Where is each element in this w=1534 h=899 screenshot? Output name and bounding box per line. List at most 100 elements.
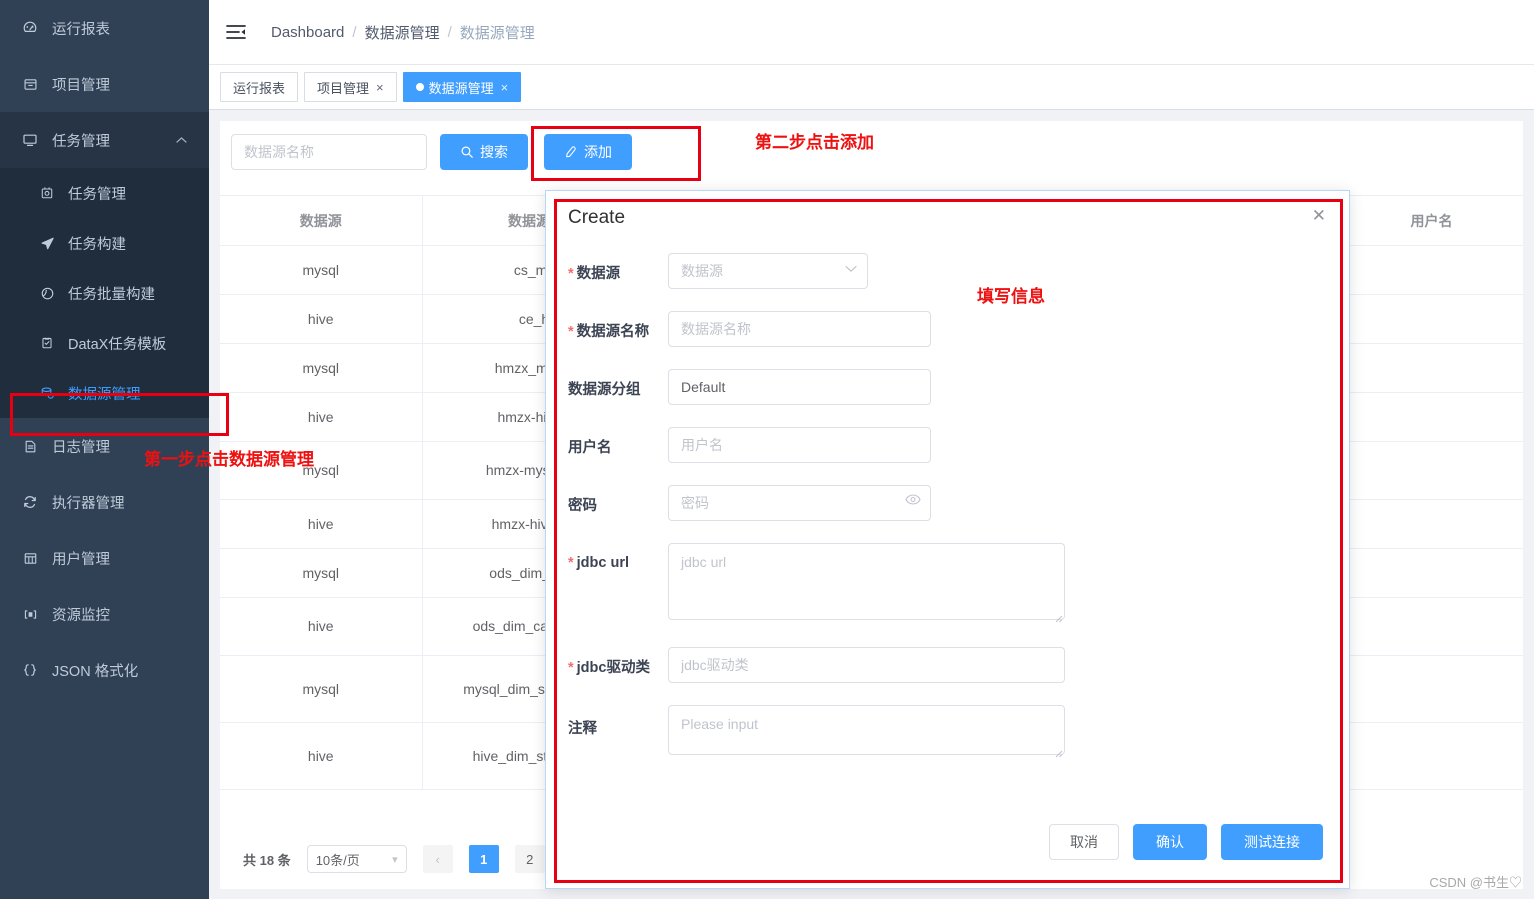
tab-bar: 运行报表 项目管理 × 数据源管理 × bbox=[209, 65, 1534, 110]
password-input[interactable] bbox=[668, 485, 931, 521]
tab-run-report[interactable]: 运行报表 bbox=[220, 72, 299, 102]
sidebar-item-label: DataX任务模板 bbox=[68, 336, 167, 353]
page-size-value: 10条/页 bbox=[315, 852, 360, 868]
eye-icon[interactable] bbox=[905, 494, 921, 505]
pagination-page-2[interactable]: 2 bbox=[514, 845, 545, 873]
confirm-button[interactable]: 确认 bbox=[1133, 824, 1207, 860]
jdbc-url-wrapper bbox=[668, 543, 1065, 625]
jdbc-driver-input[interactable] bbox=[668, 647, 1065, 683]
sidebar-item-task-batch-build[interactable]: 任务批量构建 bbox=[0, 268, 209, 318]
jdbc-url-textarea[interactable] bbox=[668, 543, 1065, 620]
tab-datasource-management[interactable]: 数据源管理 × bbox=[402, 72, 522, 102]
comment-textarea[interactable] bbox=[668, 705, 1065, 755]
form-row-datasource-group: 数据源分组 bbox=[546, 369, 1351, 405]
create-datasource-form: *数据源 *数据源名称 bbox=[546, 253, 1351, 780]
annotation-step-two: 第二步点击添加 bbox=[755, 133, 874, 152]
search-icon bbox=[460, 145, 474, 159]
cell-user bbox=[1324, 548, 1523, 598]
sidebar-item-user-management[interactable]: 用户管理 bbox=[0, 530, 209, 586]
cell-source: hive bbox=[220, 392, 423, 442]
toolbar: 搜索 添加 bbox=[220, 133, 632, 171]
form-label-datasource-name: * 数据源名称 bbox=[568, 324, 650, 340]
page-size-select[interactable]: 10条/页 ▾ bbox=[306, 845, 407, 873]
test-connection-button[interactable]: 测试连接 bbox=[1221, 824, 1323, 860]
form-label-jdbc-driver: * jdbc驱动类 bbox=[568, 660, 650, 676]
form-row-jdbc-driver: * jdbc驱动类 bbox=[546, 647, 1351, 683]
sidebar-item-label: 执行器管理 bbox=[52, 495, 125, 512]
sidebar-item-resource-monitor[interactable]: 资源监控 bbox=[0, 586, 209, 642]
sidebar-item-label: 日志管理 bbox=[52, 439, 110, 456]
cancel-button[interactable]: 取消 bbox=[1049, 824, 1119, 860]
form-label-comment: 注释 bbox=[568, 721, 597, 737]
edit-pencil-icon bbox=[564, 145, 578, 159]
annotation-step-one: 第一步点击数据源管理 bbox=[144, 450, 314, 469]
sidebar-item-label: 用户管理 bbox=[52, 551, 110, 568]
datasource-group-input[interactable] bbox=[668, 369, 931, 405]
active-dot-icon bbox=[415, 83, 424, 91]
pagination-page-1[interactable]: 1 bbox=[468, 845, 499, 873]
datasource-group-wrapper bbox=[668, 369, 931, 405]
close-icon[interactable]: × bbox=[376, 80, 384, 95]
sidebar-item-task-manage[interactable]: 任务管理 bbox=[0, 168, 209, 218]
form-label-password: 密码 bbox=[568, 498, 597, 514]
cell-user bbox=[1324, 343, 1523, 393]
cell-user bbox=[1324, 655, 1523, 723]
database-icon bbox=[38, 386, 56, 401]
tab-label: 项目管理 bbox=[317, 80, 370, 96]
cell-source: hive bbox=[220, 722, 423, 790]
sidebar-item-label: JSON 格式化 bbox=[52, 663, 139, 680]
hamburger-icon[interactable] bbox=[223, 19, 249, 45]
watermark: CSDN @书生♡ bbox=[1429, 875, 1522, 890]
sidebar-item-datax-template[interactable]: DataX任务模板 bbox=[0, 318, 209, 368]
sidebar-item-executor-management[interactable]: 执行器管理 bbox=[0, 474, 209, 530]
sidebar-item-datasource-management[interactable]: 数据源管理 bbox=[0, 368, 209, 418]
username-input[interactable] bbox=[668, 427, 931, 463]
json-icon bbox=[20, 662, 40, 678]
sidebar-item-task-management[interactable]: 任务管理 bbox=[0, 112, 209, 168]
close-icon[interactable]: × bbox=[501, 80, 509, 95]
sidebar-item-run-report[interactable]: 运行报表 bbox=[0, 0, 209, 56]
password-wrapper bbox=[668, 485, 931, 521]
sidebar-item-json-format[interactable]: JSON 格式化 bbox=[0, 642, 209, 698]
sidebar-item-project[interactable]: 项目管理 bbox=[0, 56, 209, 112]
sidebar-item-label: 任务管理 bbox=[52, 133, 110, 150]
datasource-select[interactable] bbox=[668, 253, 868, 289]
add-button[interactable]: 添加 bbox=[544, 134, 632, 170]
cell-source: hive bbox=[220, 597, 423, 656]
dashboard-icon bbox=[20, 20, 40, 36]
search-button-label: 搜索 bbox=[480, 144, 508, 160]
modal-title: Create bbox=[568, 207, 626, 228]
sidebar-item-label: 资源监控 bbox=[52, 607, 110, 624]
search-button[interactable]: 搜索 bbox=[440, 134, 528, 170]
task-icon bbox=[38, 186, 56, 200]
send-icon bbox=[38, 236, 56, 251]
datasource-name-input[interactable] bbox=[668, 311, 931, 347]
annotation-fill-info: 填写信息 bbox=[977, 287, 1045, 306]
form-row-password: 密码 bbox=[546, 485, 1351, 521]
sidebar-item-label: 任务构建 bbox=[68, 236, 126, 253]
form-label-jdbc-url: * jdbc url bbox=[568, 555, 630, 571]
tab-label: 运行报表 bbox=[233, 80, 286, 96]
cell-source: hive bbox=[220, 294, 423, 344]
breadcrumb-mid[interactable]: 数据源管理 bbox=[365, 22, 440, 43]
jdbc-driver-wrapper bbox=[668, 647, 1065, 683]
form-row-datasource-name: * 数据源名称 bbox=[546, 311, 1351, 347]
breadcrumb-current: 数据源管理 bbox=[459, 24, 535, 42]
chevron-down-icon: ▾ bbox=[392, 853, 398, 866]
pagination-prev-button[interactable]: ‹ bbox=[422, 845, 453, 873]
required-asterisk: * bbox=[568, 324, 574, 340]
tab-project-management[interactable]: 项目管理 × bbox=[304, 72, 397, 102]
breadcrumb-root[interactable]: Dashboard bbox=[271, 24, 344, 41]
project-icon bbox=[20, 77, 40, 92]
form-label-datasource-group: 数据源分组 bbox=[568, 382, 641, 398]
sidebar-item-task-build[interactable]: 任务构建 bbox=[0, 218, 209, 268]
tab-label: 数据源管理 bbox=[428, 80, 494, 96]
cell-user bbox=[1324, 294, 1523, 344]
cell-source: mysql bbox=[220, 343, 423, 393]
close-icon[interactable]: ✕ bbox=[1312, 207, 1326, 224]
search-input[interactable] bbox=[231, 134, 427, 170]
sidebar-item-label: 数据源管理 bbox=[68, 386, 141, 403]
sidebar-item-label: 任务批量构建 bbox=[68, 286, 155, 303]
modal-footer: 取消 确认 测试连接 bbox=[1049, 824, 1323, 860]
datasource-select-wrapper bbox=[668, 253, 868, 289]
